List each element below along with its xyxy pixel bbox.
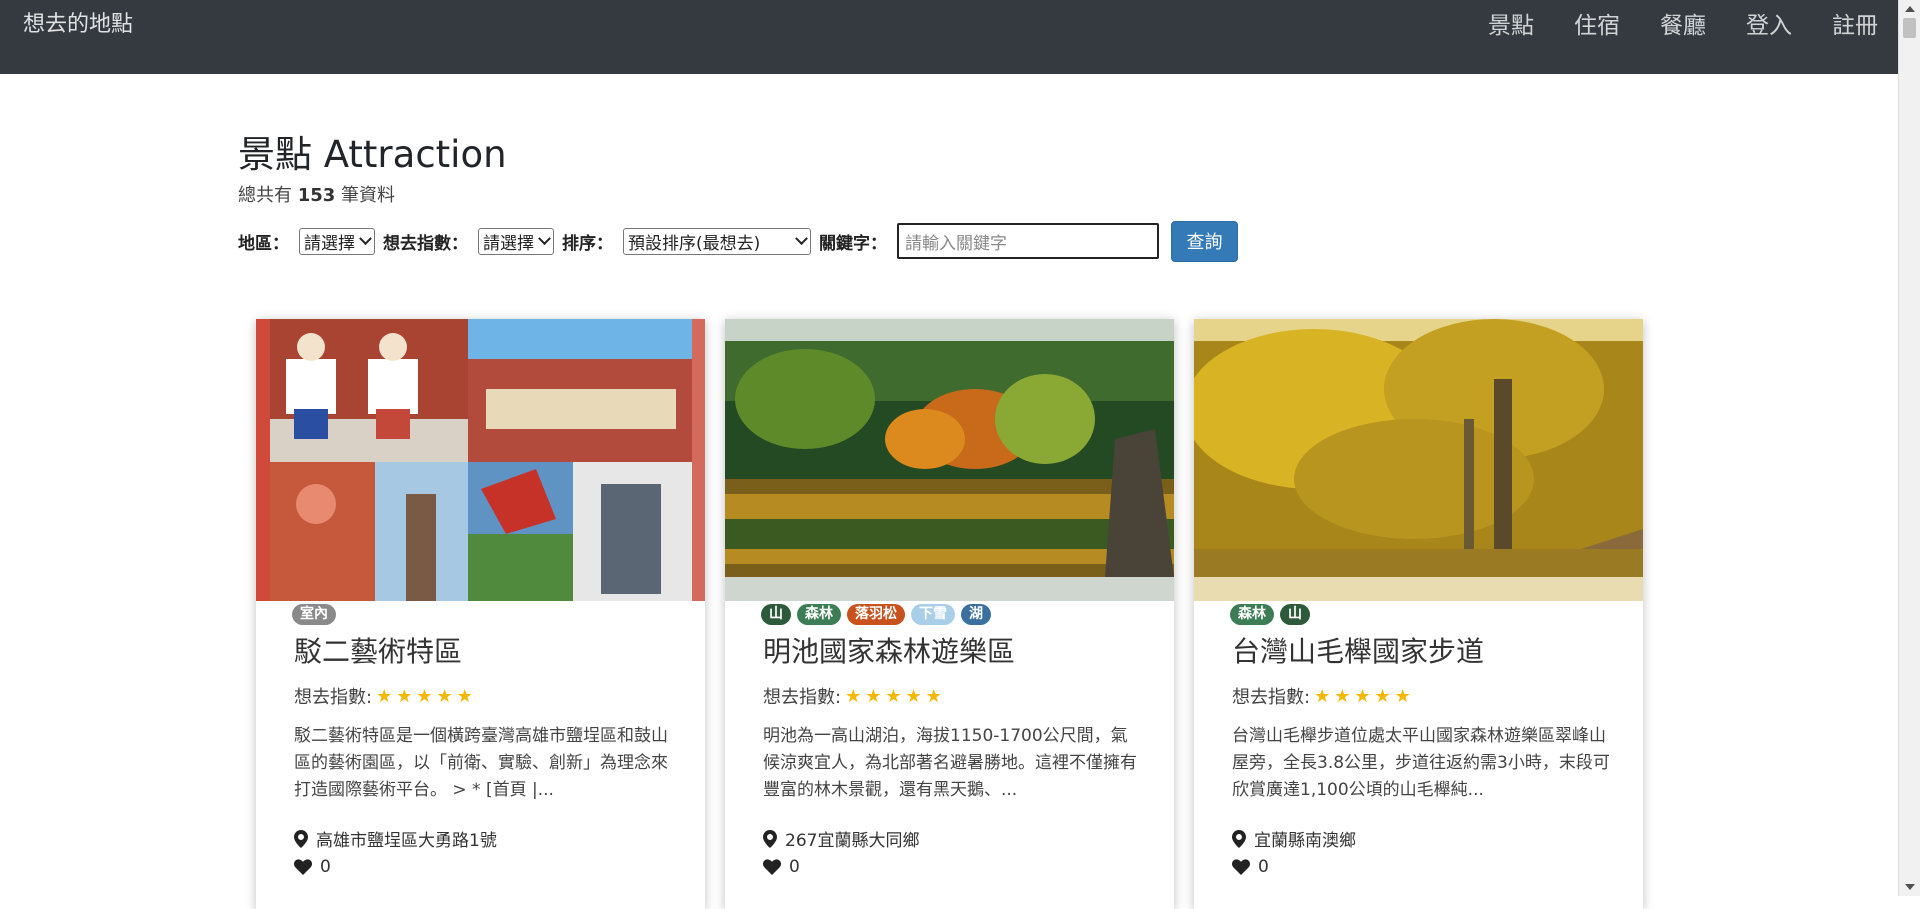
likes-count: 0 bbox=[320, 857, 331, 877]
region-select[interactable]: 請選擇 bbox=[299, 227, 375, 255]
scroll-up-icon[interactable] bbox=[1905, 6, 1915, 12]
total-suffix: 筆資料 bbox=[341, 185, 396, 206]
total-count-line: 總共有 153 筆資料 bbox=[238, 181, 395, 207]
region-select-value: 請選擇 bbox=[304, 233, 355, 254]
keyword-label: 關鍵字： bbox=[819, 233, 887, 254]
nav-link-login[interactable]: 登入 bbox=[1746, 6, 1792, 40]
nav-link-lodging[interactable]: 住宿 bbox=[1574, 6, 1620, 40]
chevron-down-icon bbox=[538, 231, 551, 245]
tag[interactable]: 森林 bbox=[797, 604, 841, 625]
likes-count: 0 bbox=[789, 857, 800, 877]
tag[interactable]: 森林 bbox=[1230, 604, 1274, 625]
likes-count: 0 bbox=[1258, 857, 1269, 877]
nav-link-restaurants[interactable]: 餐廳 bbox=[1660, 6, 1706, 40]
tag[interactable]: 湖 bbox=[961, 604, 991, 625]
map-pin-icon bbox=[1232, 829, 1246, 848]
scroll-thumb[interactable] bbox=[1903, 18, 1916, 38]
nav-links: 景點 住宿 餐廳 登入 註冊 bbox=[1488, 6, 1878, 40]
nav-link-attractions[interactable]: 景點 bbox=[1488, 6, 1534, 40]
tag[interactable]: 下雪 bbox=[911, 604, 955, 625]
attraction-card[interactable]: 山 森林 落羽松 下雪 湖 明池國家森林遊樂區 想去指數: ★★★★★ 明池為一… bbox=[725, 319, 1174, 909]
sort-label: 排序： bbox=[562, 233, 613, 254]
rating-row: 想去指數: ★★★★★ bbox=[763, 683, 946, 709]
map-pin-icon bbox=[763, 829, 777, 848]
sort-select[interactable]: 預設排序(最想去) bbox=[623, 227, 811, 255]
star-rating-icon: ★★★★★ bbox=[845, 685, 946, 707]
address-row: 宜蘭縣南澳鄉 bbox=[1232, 826, 1356, 851]
index-select-value: 請選擇 bbox=[483, 233, 534, 254]
rating-label: 想去指數: bbox=[1232, 687, 1311, 708]
attraction-photo[interactable] bbox=[725, 319, 1174, 601]
card-description: 台灣山毛櫸步道位處太平山國家森林遊樂區翠峰山屋旁，全長3.8公里，步道往返約需3… bbox=[1232, 726, 1610, 800]
sort-select-value: 預設排序(最想去) bbox=[628, 233, 761, 254]
heart-icon[interactable] bbox=[294, 859, 312, 875]
map-pin-icon bbox=[294, 829, 308, 848]
region-label: 地區： bbox=[238, 233, 289, 254]
index-select[interactable]: 請選擇 bbox=[478, 227, 554, 255]
tag[interactable]: 室內 bbox=[292, 604, 336, 625]
tag[interactable]: 落羽松 bbox=[847, 604, 905, 625]
attraction-photo[interactable] bbox=[1194, 319, 1643, 601]
star-rating-icon: ★★★★★ bbox=[376, 685, 477, 707]
tag[interactable]: 山 bbox=[761, 604, 791, 625]
tag-list: 室內 bbox=[292, 604, 336, 625]
search-button[interactable]: 查詢 bbox=[1171, 220, 1238, 262]
rating-row: 想去指數: ★★★★★ bbox=[294, 683, 477, 709]
star-rating-icon: ★★★★★ bbox=[1314, 685, 1415, 707]
chevron-down-icon bbox=[795, 231, 808, 245]
index-label: 想去指數： bbox=[383, 233, 468, 254]
rating-label: 想去指數: bbox=[763, 687, 842, 708]
page-title: 景點 Attraction bbox=[238, 133, 507, 176]
card-description: 駁二藝術特區是一個橫跨臺灣高雄市鹽埕區和鼓山區的藝術園區，以「前衛、實驗、創新」… bbox=[294, 726, 668, 800]
heart-icon[interactable] bbox=[763, 859, 781, 875]
chevron-down-icon bbox=[359, 231, 372, 245]
likes-row: 0 bbox=[763, 857, 800, 877]
total-prefix: 總共有 bbox=[238, 185, 292, 206]
nav-link-register[interactable]: 註冊 bbox=[1832, 6, 1878, 40]
tag-list: 森林 山 bbox=[1230, 604, 1310, 625]
tag[interactable]: 山 bbox=[1280, 604, 1310, 625]
address-text: 高雄市鹽埕區大勇路1號 bbox=[316, 831, 497, 851]
address-text: 宜蘭縣南澳鄉 bbox=[1254, 831, 1356, 851]
likes-row: 0 bbox=[294, 857, 331, 877]
card-title[interactable]: 明池國家森林遊樂區 bbox=[763, 630, 1015, 670]
filter-bar: 地區： 請選擇 想去指數： 請選擇 排序： 預設排序(最想去) 關鍵字： 請輸入… bbox=[238, 220, 1238, 262]
card-title[interactable]: 駁二藝術特區 bbox=[294, 630, 462, 670]
card-title[interactable]: 台灣山毛櫸國家步道 bbox=[1232, 630, 1484, 670]
scroll-down-icon[interactable] bbox=[1905, 884, 1915, 890]
card-description: 明池為一高山湖泊，海拔1150-1700公尺間，氣候涼爽宜人，為北部著名避暑勝地… bbox=[763, 726, 1137, 800]
heart-icon[interactable] bbox=[1232, 859, 1250, 875]
keyword-input[interactable]: 請輸入關鍵字 bbox=[897, 223, 1159, 259]
address-row: 高雄市鹽埕區大勇路1號 bbox=[294, 826, 497, 851]
page-scrollbar[interactable] bbox=[1898, 0, 1920, 896]
attraction-photo[interactable] bbox=[256, 319, 705, 601]
address-text: 267宜蘭縣大同鄉 bbox=[785, 831, 920, 851]
site-brand[interactable]: 想去的地點 bbox=[23, 6, 133, 38]
address-row: 267宜蘭縣大同鄉 bbox=[763, 826, 919, 851]
attraction-card[interactable]: 森林 山 台灣山毛櫸國家步道 想去指數: ★★★★★ 台灣山毛櫸步道位處太平山國… bbox=[1194, 319, 1643, 909]
rating-label: 想去指數: bbox=[294, 687, 373, 708]
rating-row: 想去指數: ★★★★★ bbox=[1232, 683, 1415, 709]
attraction-card[interactable]: 室內 駁二藝術特區 想去指數: ★★★★★ 駁二藝術特區是一個橫跨臺灣高雄市鹽埕… bbox=[256, 319, 705, 909]
top-navbar: 想去的地點 景點 住宿 餐廳 登入 註冊 bbox=[0, 0, 1898, 74]
tag-list: 山 森林 落羽松 下雪 湖 bbox=[761, 604, 991, 625]
total-count: 153 bbox=[297, 185, 336, 206]
likes-row: 0 bbox=[1232, 857, 1269, 877]
